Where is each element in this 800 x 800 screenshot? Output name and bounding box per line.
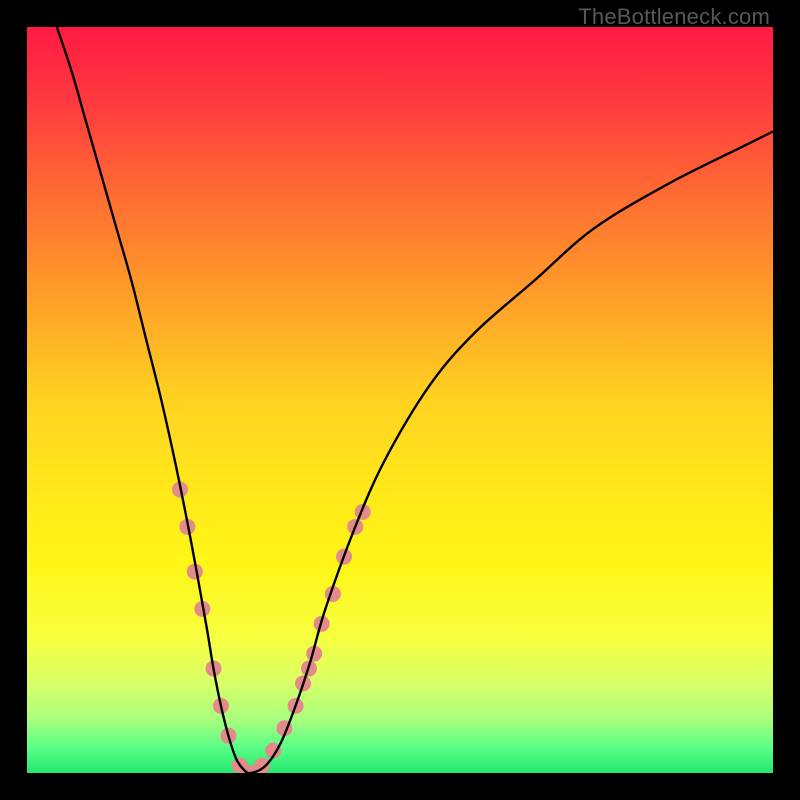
chart-frame: TheBottleneck.com <box>0 0 800 800</box>
bottleneck-curve <box>57 27 773 773</box>
highlight-markers <box>172 482 371 773</box>
plot-area <box>27 27 773 773</box>
curve-layer <box>27 27 773 773</box>
